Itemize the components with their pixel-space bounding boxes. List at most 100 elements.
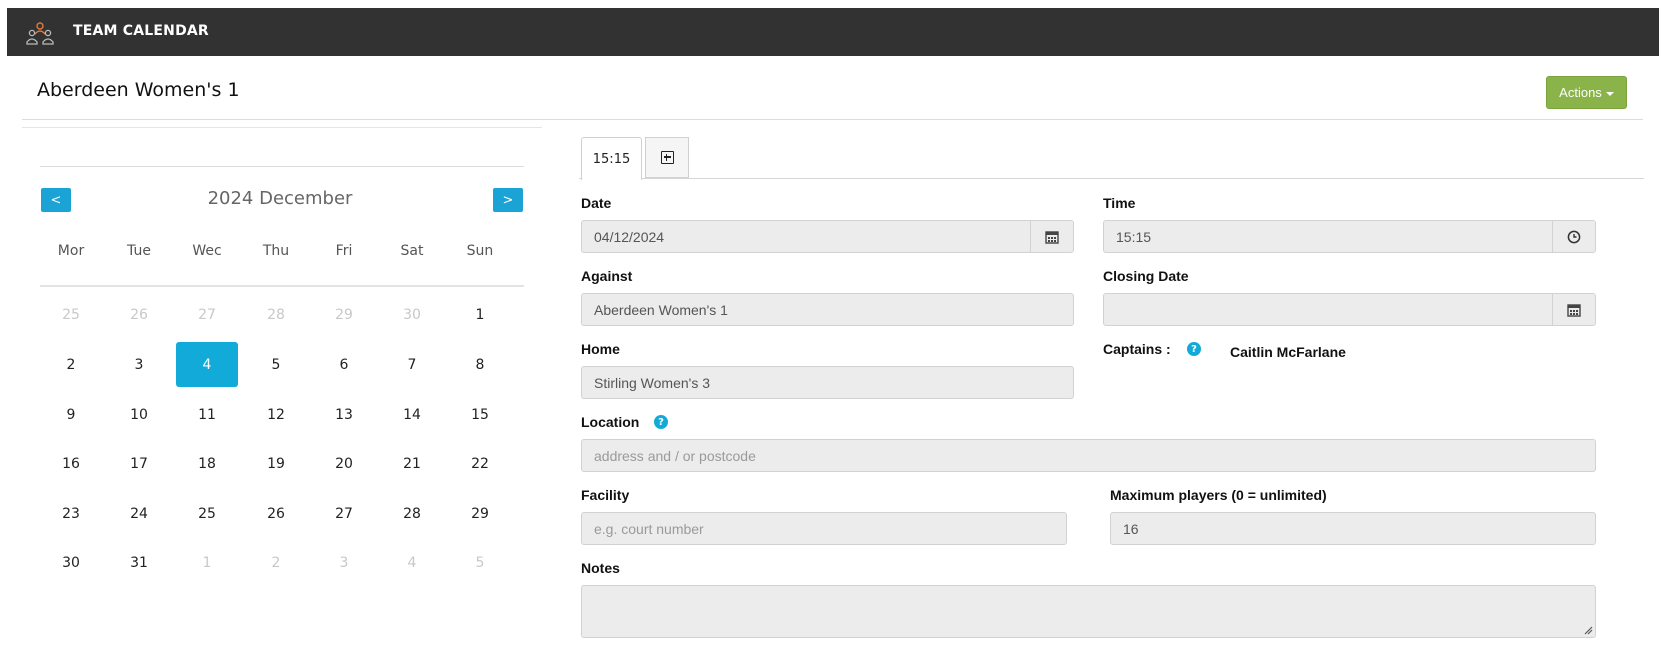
tab-event-1515[interactable]: 15:15 bbox=[581, 137, 642, 180]
calendar-day[interactable]: 15 bbox=[449, 392, 511, 437]
weekday-label: Fri bbox=[335, 243, 353, 259]
calendar-top-divider bbox=[22, 127, 542, 128]
calendar-day[interactable]: 21 bbox=[381, 441, 443, 486]
weekday-label: Sun bbox=[466, 243, 494, 259]
facility-label: Facility bbox=[581, 487, 630, 503]
facility-input[interactable]: e.g. court number bbox=[581, 512, 1067, 545]
calendar-day[interactable]: 25 bbox=[40, 292, 102, 337]
calendar-day[interactable]: 13 bbox=[313, 392, 375, 437]
captains-help-icon[interactable]: ? bbox=[1187, 342, 1201, 356]
calendar-day[interactable]: 12 bbox=[245, 392, 307, 437]
calendar-day[interactable]: 14 bbox=[381, 392, 443, 437]
calendar-day[interactable]: 4 bbox=[381, 540, 443, 585]
weekday-label: Sat bbox=[400, 243, 424, 259]
weekday-label: Thu bbox=[262, 243, 290, 259]
team-name-title: Aberdeen Women's 1 bbox=[37, 79, 240, 101]
date-label: Date bbox=[581, 195, 612, 211]
location-label: Location bbox=[581, 414, 640, 430]
calendar-day[interactable]: 18 bbox=[176, 441, 238, 486]
tabs-baseline bbox=[579, 178, 1644, 179]
calendar-day[interactable]: 3 bbox=[313, 540, 375, 585]
date-value: 04/12/2024 bbox=[594, 228, 665, 245]
calendar-day[interactable]: 26 bbox=[245, 491, 307, 536]
add-event-tab[interactable] bbox=[645, 137, 689, 178]
prev-month-button[interactable]: < bbox=[41, 188, 71, 212]
captains-label: Captains : bbox=[1103, 341, 1171, 357]
calendar-day[interactable]: 10 bbox=[108, 392, 170, 437]
calendar-day[interactable]: 16 bbox=[40, 441, 102, 486]
calendar-day[interactable]: 29 bbox=[449, 491, 511, 536]
notes-textarea[interactable] bbox=[581, 585, 1596, 638]
plus-square-icon bbox=[660, 151, 674, 164]
calendar-day[interactable]: 23 bbox=[40, 491, 102, 536]
calendar-day[interactable]: 5 bbox=[245, 342, 307, 387]
weekday-header: Mor Tue Wec Thu Fri Sat Sun bbox=[40, 243, 524, 263]
calendar-day[interactable]: 22 bbox=[449, 441, 511, 486]
calendar-day[interactable]: 2 bbox=[245, 540, 307, 585]
closing-date-picker-button[interactable] bbox=[1552, 294, 1595, 325]
facility-placeholder: e.g. court number bbox=[594, 520, 704, 537]
calendar-day[interactable]: 31 bbox=[108, 540, 170, 585]
calendar-day[interactable]: 8 bbox=[449, 342, 511, 387]
clock-icon bbox=[1567, 230, 1581, 243]
weekday-label: Wec bbox=[192, 243, 222, 259]
date-field[interactable]: 04/12/2024 bbox=[581, 220, 1074, 253]
max-players-label: Maximum players (0 = unlimited) bbox=[1110, 487, 1327, 503]
against-field[interactable]: Aberdeen Women's 1 bbox=[581, 293, 1074, 326]
calendar-day[interactable]: 28 bbox=[381, 491, 443, 536]
location-input[interactable]: address and / or postcode bbox=[581, 439, 1596, 472]
calendar-day[interactable]: 1 bbox=[176, 540, 238, 585]
weekday-label: Tue bbox=[127, 243, 151, 259]
time-picker-button[interactable] bbox=[1552, 221, 1595, 252]
closing-date-label: Closing Date bbox=[1103, 268, 1189, 284]
calendar-day[interactable]: 11 bbox=[176, 392, 238, 437]
calendar-month-title: 2024 December bbox=[207, 188, 353, 209]
time-value: 15:15 bbox=[1116, 228, 1152, 245]
weekday-label: Mor bbox=[57, 243, 85, 259]
caret-down-icon bbox=[1605, 91, 1614, 96]
calendar-day[interactable]: 20 bbox=[313, 441, 375, 486]
calendar-day[interactable]: 26 bbox=[108, 292, 170, 337]
actions-label: Actions bbox=[1559, 85, 1602, 100]
calendar-day[interactable]: 6 bbox=[313, 342, 375, 387]
calendar-day[interactable]: 3 bbox=[108, 342, 170, 387]
calendar-day[interactable]: 24 bbox=[108, 491, 170, 536]
calendar-day[interactable]: 25 bbox=[176, 491, 238, 536]
calendar-day[interactable]: 2 bbox=[40, 342, 102, 387]
calendar-day[interactable]: 17 bbox=[108, 441, 170, 486]
calendar-icon bbox=[1045, 230, 1059, 244]
calendar-day[interactable]: 19 bbox=[245, 441, 307, 486]
calendar-day[interactable]: 27 bbox=[313, 491, 375, 536]
home-field[interactable]: Stirling Women's 3 bbox=[581, 366, 1074, 399]
team-people-icon[interactable] bbox=[24, 20, 56, 46]
header-divider bbox=[22, 119, 1643, 120]
calendar-day[interactable]: 5 bbox=[449, 540, 511, 585]
time-label: Time bbox=[1103, 195, 1136, 211]
calendar-divider bbox=[40, 166, 524, 167]
resize-handle-icon[interactable] bbox=[1583, 625, 1593, 635]
calendar-day[interactable]: 27 bbox=[176, 292, 238, 337]
home-value: Stirling Women's 3 bbox=[594, 374, 711, 391]
next-month-button[interactable]: > bbox=[493, 188, 523, 212]
calendar-day[interactable]: 28 bbox=[245, 292, 307, 337]
closing-date-field[interactable] bbox=[1103, 293, 1596, 326]
calendar-day[interactable]: 1 bbox=[449, 292, 511, 337]
calendar-day[interactable]: 30 bbox=[381, 292, 443, 337]
captain-name: Caitlin McFarlane bbox=[1230, 344, 1346, 360]
date-picker-button[interactable] bbox=[1030, 221, 1073, 252]
app-title[interactable]: TEAM CALENDAR bbox=[73, 23, 209, 39]
calendar-day[interactable]: 7 bbox=[381, 342, 443, 387]
time-field[interactable]: 15:15 bbox=[1103, 220, 1596, 253]
against-label: Against bbox=[581, 268, 633, 284]
top-nav-bar: TEAM CALENDAR bbox=[7, 8, 1659, 56]
max-players-input[interactable]: 16 bbox=[1110, 512, 1596, 545]
calendar-icon bbox=[1567, 303, 1581, 317]
location-help-icon[interactable]: ? bbox=[654, 415, 668, 429]
actions-dropdown-button[interactable]: Actions bbox=[1546, 76, 1627, 109]
location-placeholder: address and / or postcode bbox=[594, 447, 756, 464]
notes-label: Notes bbox=[581, 560, 620, 576]
calendar-day[interactable]: 9 bbox=[40, 392, 102, 437]
calendar-day[interactable]: 30 bbox=[40, 540, 102, 585]
calendar-day-selected[interactable]: 4 bbox=[176, 342, 238, 387]
calendar-day[interactable]: 29 bbox=[313, 292, 375, 337]
